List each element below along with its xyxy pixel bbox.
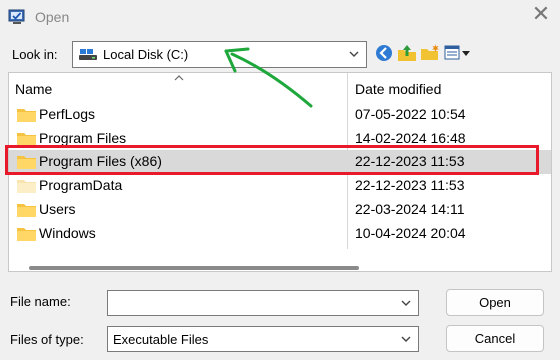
open-button[interactable]: Open [446, 289, 544, 316]
back-icon[interactable] [374, 43, 394, 63]
close-button[interactable]: ✕ [529, 2, 553, 26]
up-folder-icon[interactable] [397, 43, 417, 63]
chevron-down-icon [401, 336, 411, 342]
file-date: 22-03-2024 14:11 [355, 201, 465, 217]
file-type-label: Files of type: [10, 332, 84, 347]
file-name: Users [39, 201, 76, 217]
file-date: 10-04-2024 20:04 [355, 225, 466, 241]
file-row-windows[interactable]: Windows 10-04-2024 20:04 [9, 222, 551, 246]
file-name: PerfLogs [39, 106, 96, 122]
file-name: Program Files [39, 130, 127, 146]
file-type-dropdown[interactable]: Executable Files [107, 326, 419, 352]
column-header-date-modified[interactable]: Date modified [355, 81, 441, 97]
app-icon [8, 9, 25, 24]
view-menu-icon[interactable] [444, 43, 474, 63]
new-folder-icon[interactable] [420, 43, 440, 63]
cancel-button[interactable]: Cancel [446, 325, 544, 352]
sort-ascending-icon [174, 75, 184, 81]
file-date: 14-02-2024 16:48 [355, 130, 466, 146]
folder-icon [17, 133, 36, 146]
title-bar: Open ✕ [0, 0, 560, 34]
file-name-label: File name: [10, 294, 71, 309]
file-name: ProgramData [39, 177, 123, 193]
column-header-name[interactable]: Name [15, 81, 52, 97]
folder-icon [17, 228, 36, 241]
window-title: Open [35, 9, 70, 25]
look-in-value: Local Disk (C:) [103, 47, 189, 62]
drive-icon [79, 49, 97, 60]
folder-icon [17, 109, 36, 122]
horizontal-scrollbar[interactable] [29, 266, 359, 270]
folder-icon [17, 204, 36, 217]
chevron-down-icon [401, 300, 411, 306]
look-in-label: Look in: [12, 47, 58, 62]
highlight-box [5, 145, 539, 175]
file-type-value: Executable Files [113, 332, 209, 347]
pointer-arrow [224, 47, 313, 108]
file-name-field[interactable] [107, 290, 419, 316]
file-name: Windows [39, 225, 96, 241]
file-row-programdata[interactable]: ProgramData 22-12-2023 11:53 [9, 174, 551, 198]
file-row-users[interactable]: Users 22-03-2024 14:11 [9, 198, 551, 222]
file-date: 07-05-2022 10:54 [355, 106, 466, 122]
folder-icon [17, 180, 36, 193]
chevron-down-icon [349, 51, 359, 57]
file-date: 22-12-2023 11:53 [355, 177, 465, 193]
